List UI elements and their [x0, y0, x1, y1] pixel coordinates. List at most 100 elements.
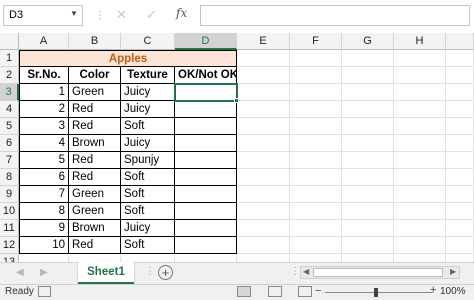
data-cell[interactable]: Juicy: [121, 84, 175, 101]
macro-record-icon[interactable]: [38, 286, 51, 297]
header-cell[interactable]: OK/Not OK: [175, 67, 237, 84]
data-cell[interactable]: 7: [19, 186, 69, 203]
data-cell[interactable]: Red: [69, 152, 121, 169]
page-layout-view-icon[interactable]: [268, 286, 282, 297]
data-cell[interactable]: [175, 169, 237, 186]
row-header-6[interactable]: 6: [0, 135, 19, 152]
grid-cell[interactable]: [394, 186, 446, 203]
grid-cell[interactable]: [237, 186, 290, 203]
data-cell[interactable]: Red: [69, 118, 121, 135]
merged-title-cell[interactable]: Apples: [19, 50, 237, 67]
grid-cell[interactable]: [290, 101, 342, 118]
data-cell[interactable]: Red: [69, 169, 121, 186]
grid-cell[interactable]: [394, 203, 446, 220]
grid-cell[interactable]: [290, 203, 342, 220]
column-header-a[interactable]: A: [19, 33, 69, 50]
grid-cell[interactable]: [446, 84, 474, 101]
grid-cell[interactable]: [446, 118, 474, 135]
fill-handle[interactable]: [234, 98, 239, 103]
data-cell[interactable]: [175, 186, 237, 203]
grid-cell[interactable]: [446, 186, 474, 203]
grid-cell[interactable]: [290, 152, 342, 169]
row-header-12[interactable]: 12: [0, 237, 19, 254]
next-sheet-icon[interactable]: ▶: [40, 267, 48, 278]
grid-cell[interactable]: [446, 67, 474, 84]
data-cell[interactable]: Juicy: [121, 101, 175, 118]
data-cell[interactable]: 8: [19, 203, 69, 220]
column-header-e[interactable]: E: [237, 33, 290, 50]
data-cell[interactable]: [175, 135, 237, 152]
insert-function-icon[interactable]: fx: [176, 6, 187, 20]
column-header-f[interactable]: F: [290, 33, 342, 50]
tab-sheet1[interactable]: Sheet1: [78, 262, 134, 284]
grid-cell[interactable]: [237, 237, 290, 254]
data-cell[interactable]: 9: [19, 220, 69, 237]
data-cell[interactable]: Red: [69, 237, 121, 254]
cancel-icon[interactable]: ✕: [116, 7, 127, 23]
header-cell[interactable]: Sr.No.: [19, 67, 69, 84]
row-header-11[interactable]: 11: [0, 220, 19, 237]
data-cell[interactable]: 1: [19, 84, 69, 101]
grid-cell[interactable]: [342, 84, 394, 101]
data-cell[interactable]: Brown: [69, 135, 121, 152]
grid-cell[interactable]: [446, 135, 474, 152]
row-header-10[interactable]: 10: [0, 203, 19, 220]
row-header-9[interactable]: 9: [0, 186, 19, 203]
grid-cell[interactable]: [342, 152, 394, 169]
grid-cell[interactable]: [446, 169, 474, 186]
grid-cell[interactable]: [446, 152, 474, 169]
grid-cell[interactable]: [237, 50, 290, 67]
zoom-out-icon[interactable]: −: [315, 285, 321, 297]
column-header-b[interactable]: B: [69, 33, 121, 50]
data-cell[interactable]: Green: [69, 84, 121, 101]
grid-cell[interactable]: [394, 101, 446, 118]
data-cell[interactable]: Spunjy: [121, 152, 175, 169]
grid-cell[interactable]: [237, 220, 290, 237]
column-header-partial[interactable]: [446, 33, 474, 50]
data-cell[interactable]: 10: [19, 237, 69, 254]
row-header-2[interactable]: 2: [0, 67, 19, 84]
scrollbar-thumb[interactable]: [313, 268, 443, 277]
data-cell[interactable]: [175, 152, 237, 169]
grid-cell[interactable]: [237, 203, 290, 220]
grid-cell[interactable]: [237, 101, 290, 118]
column-header-h[interactable]: H: [394, 33, 446, 50]
zoom-percentage[interactable]: 100%: [440, 286, 466, 297]
grid-cell[interactable]: [446, 101, 474, 118]
normal-view-icon[interactable]: [237, 286, 251, 297]
grid-cell[interactable]: [342, 67, 394, 84]
grid-cell[interactable]: [290, 237, 342, 254]
grid-cell[interactable]: [290, 135, 342, 152]
grid-cell[interactable]: [446, 237, 474, 254]
zoom-slider-thumb[interactable]: [374, 288, 378, 297]
grid-cell[interactable]: [237, 135, 290, 152]
grid-cell[interactable]: [290, 186, 342, 203]
select-all-corner[interactable]: [0, 33, 19, 50]
grid-cell[interactable]: [342, 186, 394, 203]
row-header-5[interactable]: 5: [0, 118, 19, 135]
grid-cell[interactable]: [237, 118, 290, 135]
row-header-4[interactable]: 4: [0, 101, 19, 118]
column-header-g[interactable]: G: [342, 33, 394, 50]
grid-cell[interactable]: [290, 67, 342, 84]
data-cell[interactable]: Soft: [121, 186, 175, 203]
data-cell[interactable]: 2: [19, 101, 69, 118]
data-cell[interactable]: Soft: [121, 237, 175, 254]
data-cell[interactable]: Juicy: [121, 220, 175, 237]
grid-cell[interactable]: [237, 67, 290, 84]
grid-cell[interactable]: [342, 220, 394, 237]
grid-cell[interactable]: [394, 118, 446, 135]
data-cell[interactable]: [175, 220, 237, 237]
column-header-c[interactable]: C: [121, 33, 175, 50]
data-cell[interactable]: [175, 118, 237, 135]
row-header-7[interactable]: 7: [0, 152, 19, 169]
grid-cell[interactable]: [290, 169, 342, 186]
grid-cell[interactable]: [394, 67, 446, 84]
data-cell[interactable]: 6: [19, 169, 69, 186]
row-header-1[interactable]: 1: [0, 50, 19, 67]
data-cell[interactable]: Red: [69, 101, 121, 118]
grid-cell[interactable]: [237, 169, 290, 186]
data-cell[interactable]: Soft: [121, 203, 175, 220]
grid-cell[interactable]: [446, 50, 474, 67]
scroll-left-icon[interactable]: ◀: [303, 267, 309, 276]
